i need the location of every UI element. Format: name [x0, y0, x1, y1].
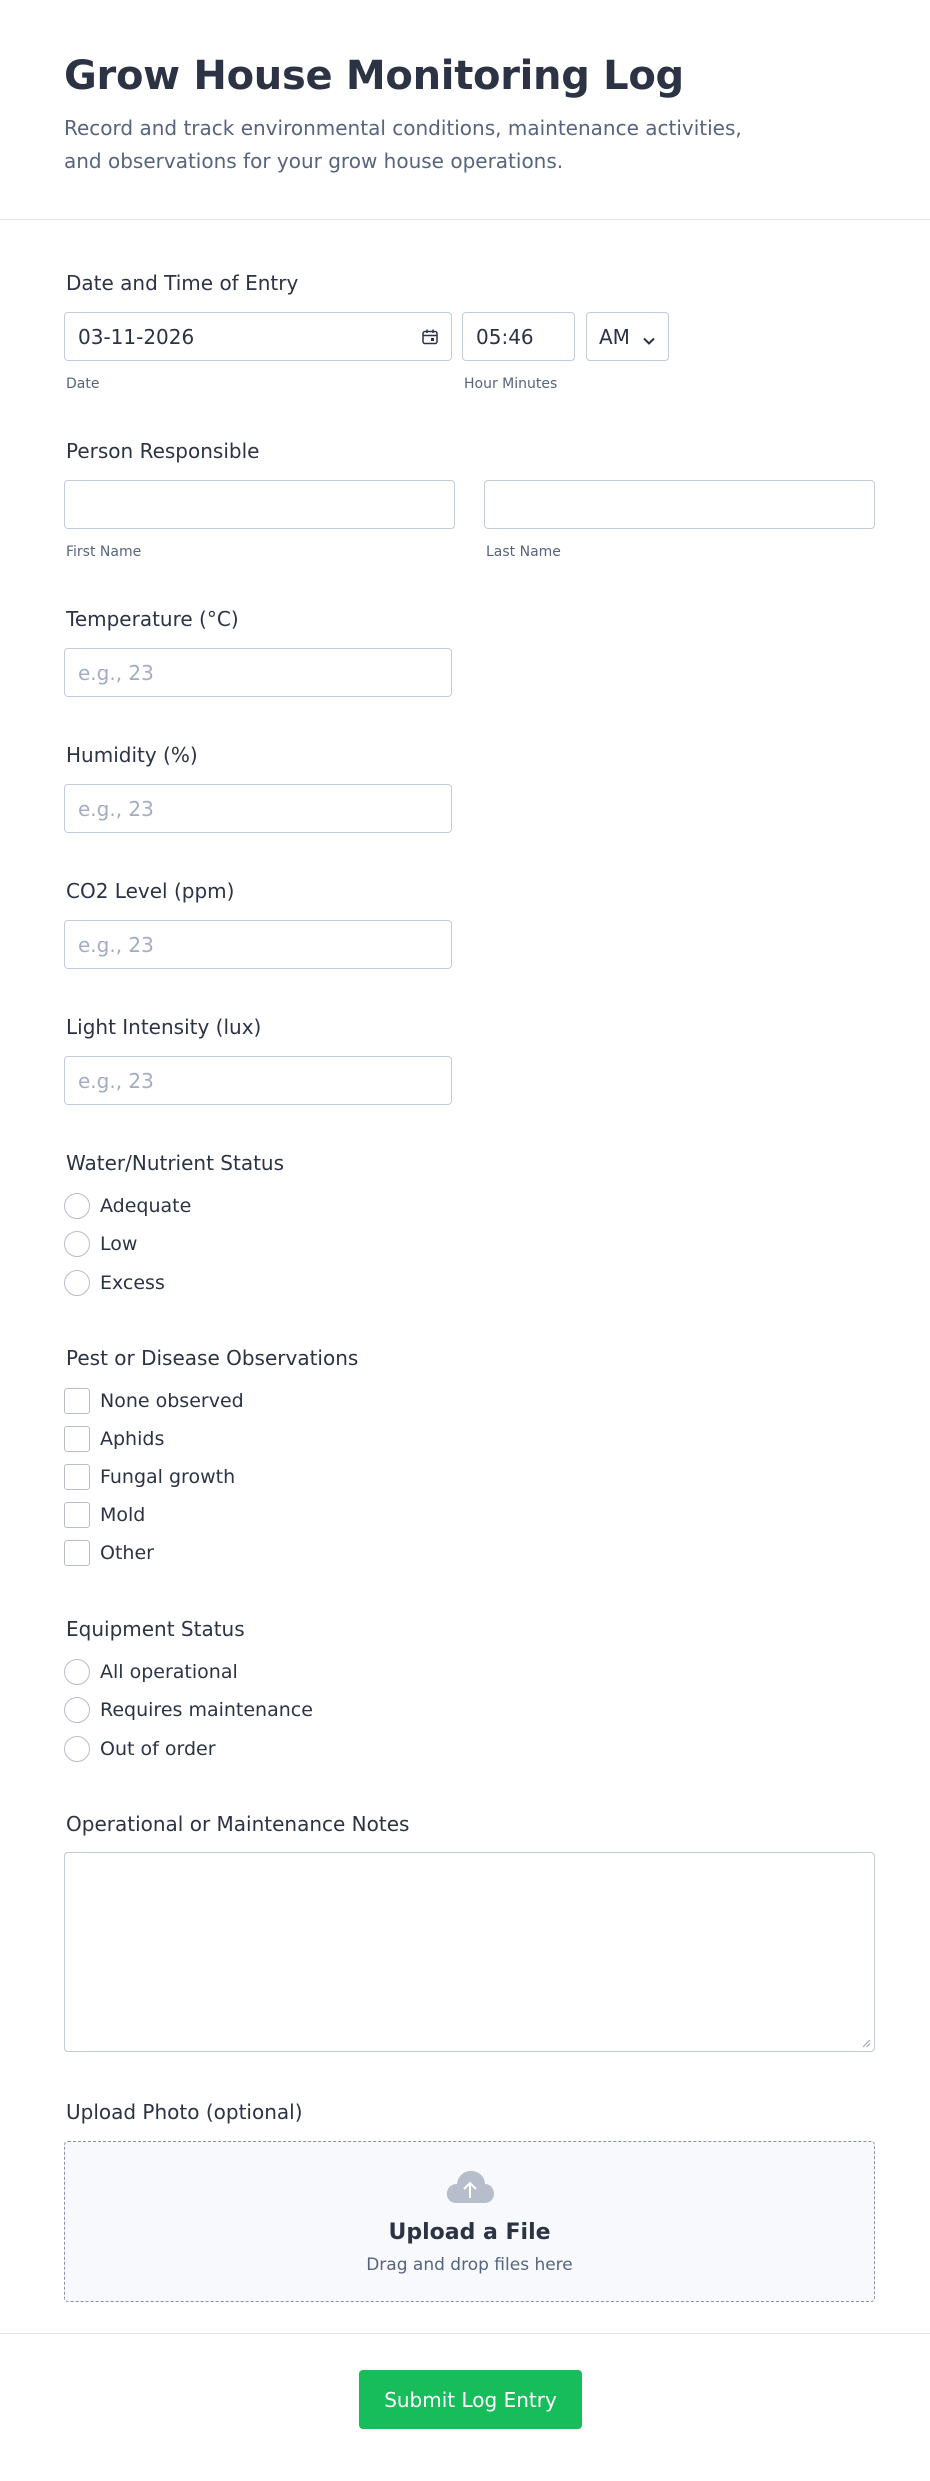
- water-label: Water/Nutrient Status: [66, 1151, 285, 1175]
- notes-label: Operational or Maintenance Notes: [66, 1812, 410, 1836]
- equipment-option-maintenance[interactable]: Requires maintenance: [64, 1696, 313, 1724]
- humidity-field: Humidity (%) e.g., 23: [64, 742, 464, 842]
- chevron-down-icon: [642, 329, 656, 353]
- temperature-label: Temperature (°C): [66, 607, 239, 631]
- humidity-label: Humidity (%): [66, 743, 198, 767]
- temperature-input[interactable]: e.g., 23: [64, 648, 452, 697]
- option-label: Excess: [100, 1272, 165, 1294]
- ampm-value: AM: [599, 324, 630, 349]
- equipment-option-operational[interactable]: All operational: [64, 1658, 238, 1686]
- pest-option-aphids[interactable]: Aphids: [64, 1425, 164, 1453]
- time-sublabel: Hour Minutes: [464, 376, 558, 392]
- date-input[interactable]: 03-11-2026: [64, 312, 452, 361]
- option-label: Out of order: [100, 1738, 216, 1760]
- form-footer: Submit Log Entry: [0, 2333, 930, 2481]
- radio-button[interactable]: [64, 1193, 90, 1219]
- first-name-sublabel: First Name: [66, 544, 142, 560]
- temperature-placeholder: e.g., 23: [78, 660, 154, 685]
- water-option-excess[interactable]: Excess: [64, 1269, 165, 1297]
- first-name-input[interactable]: [64, 480, 455, 529]
- checkbox[interactable]: [64, 1388, 90, 1414]
- datetime-label: Date and Time of Entry: [66, 271, 299, 295]
- light-input[interactable]: e.g., 23: [64, 1056, 452, 1105]
- option-label: Aphids: [100, 1428, 165, 1450]
- ampm-select[interactable]: AM: [586, 312, 669, 361]
- water-option-adequate[interactable]: Adequate: [64, 1192, 191, 1220]
- calendar-icon[interactable]: [421, 327, 439, 351]
- resize-grip-icon[interactable]: [861, 2038, 871, 2048]
- person-label: Person Responsible: [66, 439, 260, 463]
- equipment-label: Equipment Status: [66, 1617, 245, 1641]
- option-label: Adequate: [100, 1195, 192, 1217]
- date-value: 03-11-2026: [78, 324, 195, 349]
- temperature-field: Temperature (°C) e.g., 23: [64, 606, 464, 706]
- notes-textarea[interactable]: [64, 1852, 875, 2052]
- time-value: 05:46: [476, 324, 534, 349]
- time-input[interactable]: 05:46: [462, 312, 575, 361]
- upload-dropzone[interactable]: Upload a File Drag and drop files here: [64, 2141, 875, 2302]
- light-field: Light Intensity (lux) e.g., 23: [64, 1014, 464, 1114]
- upload-label: Upload Photo (optional): [66, 2100, 303, 2124]
- pest-option-mold[interactable]: Mold: [64, 1501, 145, 1529]
- co2-input[interactable]: e.g., 23: [64, 920, 452, 969]
- radio-button[interactable]: [64, 1231, 90, 1257]
- humidity-input[interactable]: e.g., 23: [64, 784, 452, 833]
- water-option-low[interactable]: Low: [64, 1230, 137, 1258]
- option-label: Mold: [100, 1504, 146, 1526]
- upload-hint: Drag and drop files here: [366, 2255, 573, 2275]
- radio-button[interactable]: [64, 1736, 90, 1762]
- radio-button[interactable]: [64, 1270, 90, 1296]
- co2-field: CO2 Level (ppm) e.g., 23: [64, 878, 464, 978]
- option-label: Low: [100, 1233, 138, 1255]
- person-field: Person Responsible First Name Last Name: [64, 438, 884, 568]
- radio-button[interactable]: [64, 1697, 90, 1723]
- page-subtitle: Record and track environmental condition…: [64, 116, 742, 173]
- last-name-sublabel: Last Name: [486, 544, 561, 560]
- checkbox[interactable]: [64, 1502, 90, 1528]
- cloud-upload-icon: [445, 2170, 495, 2208]
- form-page: Grow House Monitoring Log Record and tra…: [0, 0, 930, 2481]
- datetime-field: Date and Time of Entry 03-11-2026 Date 0…: [64, 270, 884, 400]
- date-sublabel: Date: [66, 376, 100, 392]
- form-header: Grow House Monitoring Log Record and tra…: [0, 0, 930, 220]
- option-label: All operational: [100, 1661, 238, 1683]
- option-label: Other: [100, 1542, 154, 1564]
- notes-field: Operational or Maintenance Notes: [64, 1811, 884, 2061]
- pest-option-none[interactable]: None observed: [64, 1387, 244, 1415]
- equipment-field: Equipment Status All operational Require…: [64, 1616, 464, 1766]
- co2-label: CO2 Level (ppm): [66, 879, 235, 903]
- pest-label: Pest or Disease Observations: [66, 1346, 359, 1370]
- page-title: Grow House Monitoring Log: [64, 53, 684, 99]
- water-field: Water/Nutrient Status Adequate Low Exces…: [64, 1150, 464, 1300]
- humidity-placeholder: e.g., 23: [78, 796, 154, 821]
- upload-field: Upload Photo (optional) Upload a File Dr…: [64, 2099, 884, 2309]
- submit-button[interactable]: Submit Log Entry: [359, 2370, 582, 2429]
- pest-option-other[interactable]: Other: [64, 1539, 154, 1567]
- light-label: Light Intensity (lux): [66, 1015, 262, 1039]
- checkbox[interactable]: [64, 1464, 90, 1490]
- option-label: None observed: [100, 1390, 244, 1412]
- pest-option-fungal[interactable]: Fungal growth: [64, 1463, 235, 1491]
- checkbox[interactable]: [64, 1540, 90, 1566]
- option-label: Requires maintenance: [100, 1699, 313, 1721]
- option-label: Fungal growth: [100, 1466, 236, 1488]
- light-placeholder: e.g., 23: [78, 1068, 154, 1093]
- radio-button[interactable]: [64, 1659, 90, 1685]
- upload-title: Upload a File: [388, 2220, 551, 2245]
- equipment-option-out-of-order[interactable]: Out of order: [64, 1735, 216, 1763]
- pest-field: Pest or Disease Observations None observ…: [64, 1345, 464, 1575]
- checkbox[interactable]: [64, 1426, 90, 1452]
- last-name-input[interactable]: [484, 480, 875, 529]
- co2-placeholder: e.g., 23: [78, 932, 154, 957]
